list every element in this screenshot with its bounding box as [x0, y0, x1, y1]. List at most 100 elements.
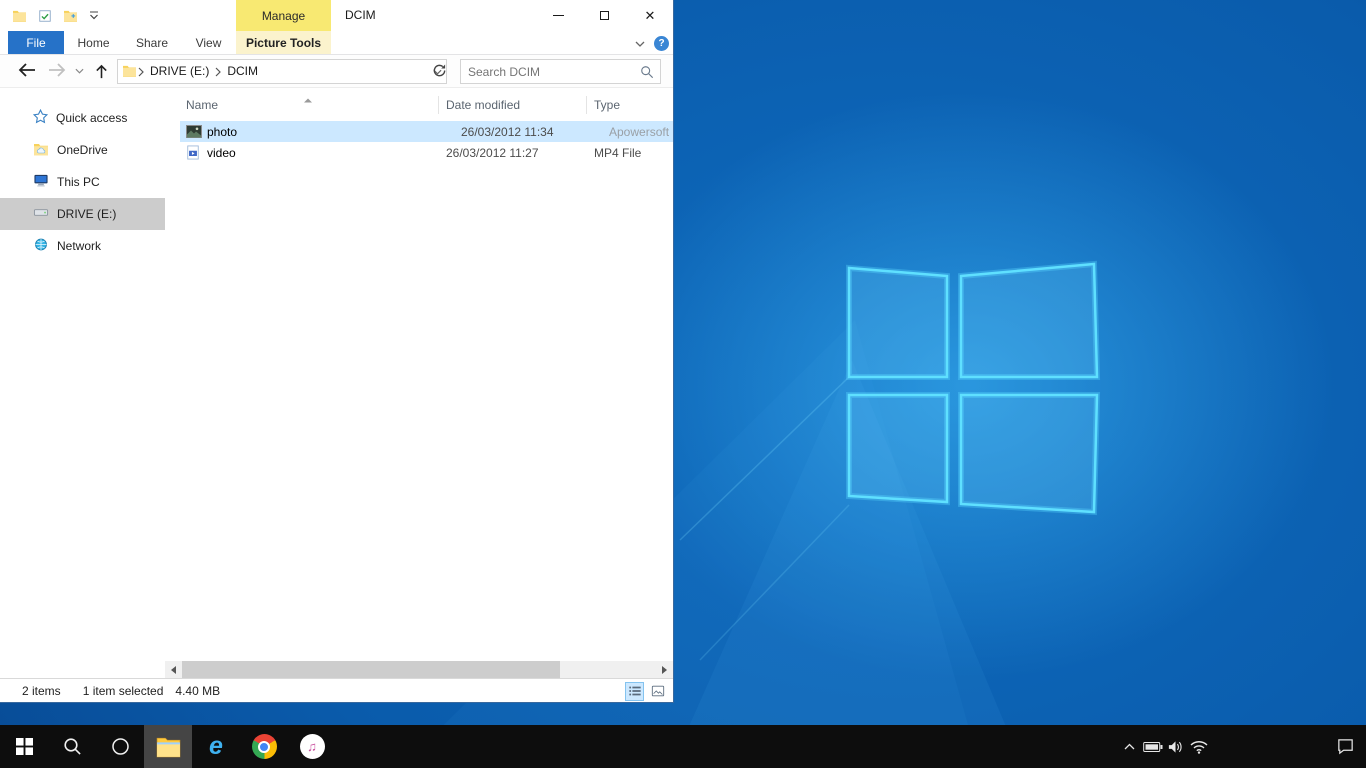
column-header-type[interactable]: Type: [594, 98, 620, 112]
breadcrumb-dcim[interactable]: DCIM: [222, 60, 263, 83]
sidebar-item-onedrive[interactable]: OneDrive: [0, 134, 165, 166]
help-icon[interactable]: ?: [654, 36, 669, 51]
ribbon-right-controls: ?: [635, 31, 669, 55]
recent-locations-chevron-icon[interactable]: [75, 68, 84, 74]
file-row-photo[interactable]: photo 26/03/2012 11:34 Apowersoft Pho: [180, 121, 673, 142]
tab-file[interactable]: File: [8, 31, 64, 54]
scroll-left-arrow-icon[interactable]: [165, 661, 182, 678]
breadcrumb-chevron-icon[interactable]: [138, 67, 144, 77]
sidebar-item-quick-access[interactable]: Quick access: [0, 102, 165, 134]
sidebar-item-network[interactable]: Network: [0, 230, 165, 262]
expand-ribbon-chevron-icon[interactable]: [635, 36, 645, 50]
file-type: Apowersoft Pho: [609, 125, 673, 139]
battery-icon[interactable]: [1141, 725, 1164, 768]
close-button[interactable]: ✕: [627, 0, 673, 31]
back-arrow-icon[interactable]: [17, 62, 37, 78]
taskbar-chrome-button[interactable]: [240, 725, 288, 768]
photo-thumbnail-icon: [186, 125, 202, 138]
view-toggle-buttons: [625, 682, 667, 701]
taskbar-cortana-button[interactable]: [96, 725, 144, 768]
refresh-icon[interactable]: [432, 63, 447, 81]
status-bar: 2 items 1 item selected 4.40 MB: [0, 678, 673, 703]
tab-picture-tools[interactable]: Picture Tools: [236, 31, 331, 54]
file-explorer-icon: [156, 736, 181, 758]
column-headers: Name Date modified Type: [165, 92, 673, 118]
scroll-right-arrow-icon[interactable]: [656, 661, 673, 678]
file-explorer-window: Manage DCIM ✕ File Home Share View Pictu…: [0, 0, 674, 703]
forward-arrow-icon[interactable]: [47, 62, 67, 78]
search-box: [460, 59, 661, 84]
minimize-icon: [553, 15, 564, 16]
tab-view[interactable]: View: [181, 31, 236, 54]
column-divider[interactable]: [438, 96, 439, 114]
window-body: Quick access OneDrive This PC: [0, 88, 673, 661]
file-date-modified: 26/03/2012 11:34: [461, 125, 554, 139]
sidebar-item-label: Network: [57, 239, 101, 253]
maximize-icon: [600, 11, 609, 20]
details-view-icon[interactable]: [625, 682, 644, 701]
new-folder-icon[interactable]: [63, 9, 78, 22]
thumbnails-view-icon[interactable]: [648, 682, 667, 701]
customize-toolbar-chevron-icon[interactable]: [89, 11, 99, 20]
address-bar[interactable]: DRIVE (E:) DCIM: [117, 59, 447, 84]
star-icon: [33, 109, 48, 127]
minimize-button[interactable]: [535, 0, 581, 31]
search-icon[interactable]: [640, 65, 654, 79]
file-date-modified: 26/03/2012 11:27: [446, 146, 539, 160]
sidebar-item-label: DRIVE (E:): [57, 207, 116, 221]
taskbar-start-button[interactable]: [0, 725, 48, 768]
item-count: 2 items: [22, 684, 61, 698]
tab-share[interactable]: Share: [123, 31, 181, 54]
file-name: photo: [207, 125, 237, 139]
onedrive-cloud-icon: [33, 142, 49, 159]
ribbon-tab-bar: File Home Share View Picture Tools ?: [0, 31, 673, 55]
taskbar-file-explorer-button[interactable]: [144, 725, 192, 768]
folder-icon[interactable]: [12, 9, 27, 22]
search-input[interactable]: [461, 65, 640, 79]
horizontal-scrollbar[interactable]: [165, 661, 673, 678]
internet-explorer-icon: e: [209, 734, 223, 759]
file-type: MP4 File: [594, 146, 641, 160]
window-title: DCIM: [345, 0, 376, 31]
video-file-icon: [186, 145, 202, 160]
taskbar-ie-button[interactable]: e: [192, 725, 240, 768]
column-header-date-modified[interactable]: Date modified: [446, 98, 520, 112]
maximize-button[interactable]: [581, 0, 627, 31]
file-row-video[interactable]: video 26/03/2012 11:27 MP4 File: [165, 142, 673, 163]
selection-summary: 1 item selected: [83, 684, 164, 698]
computer-icon: [33, 173, 49, 191]
sidebar-item-drive-e[interactable]: DRIVE (E:): [0, 198, 165, 230]
breadcrumb-drive[interactable]: DRIVE (E:): [145, 60, 214, 83]
sidebar-item-this-pc[interactable]: This PC: [0, 166, 165, 198]
windows-start-icon: [16, 738, 33, 755]
taskbar: e ♫: [0, 725, 1366, 768]
sidebar-item-label: OneDrive: [57, 143, 108, 157]
sidebar-item-label: This PC: [57, 175, 100, 189]
properties-check-icon[interactable]: [38, 9, 52, 23]
selection-size: 4.40 MB: [175, 684, 220, 698]
file-list: Name Date modified Type photo 26/03/2012…: [165, 88, 673, 661]
contextual-tab-header[interactable]: Manage: [236, 0, 331, 31]
taskbar-itunes-button[interactable]: ♫: [288, 725, 336, 768]
search-icon: [63, 737, 82, 756]
sort-ascending-icon: [303, 92, 313, 106]
hidden-icons-chevron-icon[interactable]: [1118, 725, 1141, 768]
itunes-icon: ♫: [300, 734, 325, 759]
taskbar-search-button[interactable]: [48, 725, 96, 768]
navigation-bar: DRIVE (E:) DCIM: [0, 55, 673, 88]
column-divider[interactable]: [586, 96, 587, 114]
file-name: video: [207, 146, 236, 160]
network-wifi-icon[interactable]: [1187, 725, 1210, 768]
scrollbar-thumb[interactable]: [182, 661, 560, 678]
title-bar: Manage DCIM ✕: [0, 0, 673, 31]
tab-home[interactable]: Home: [64, 31, 123, 54]
sidebar-item-label: Quick access: [56, 111, 127, 125]
action-center-icon[interactable]: [1328, 725, 1362, 768]
volume-icon[interactable]: [1164, 725, 1187, 768]
file-rows: photo 26/03/2012 11:34 Apowersoft Pho vi…: [165, 121, 673, 163]
column-header-name[interactable]: Name: [186, 98, 218, 112]
screen: Manage DCIM ✕ File Home Share View Pictu…: [0, 0, 1366, 768]
up-arrow-icon[interactable]: [94, 63, 109, 80]
cortana-icon: [111, 737, 130, 756]
breadcrumb-chevron-icon[interactable]: [215, 67, 221, 77]
